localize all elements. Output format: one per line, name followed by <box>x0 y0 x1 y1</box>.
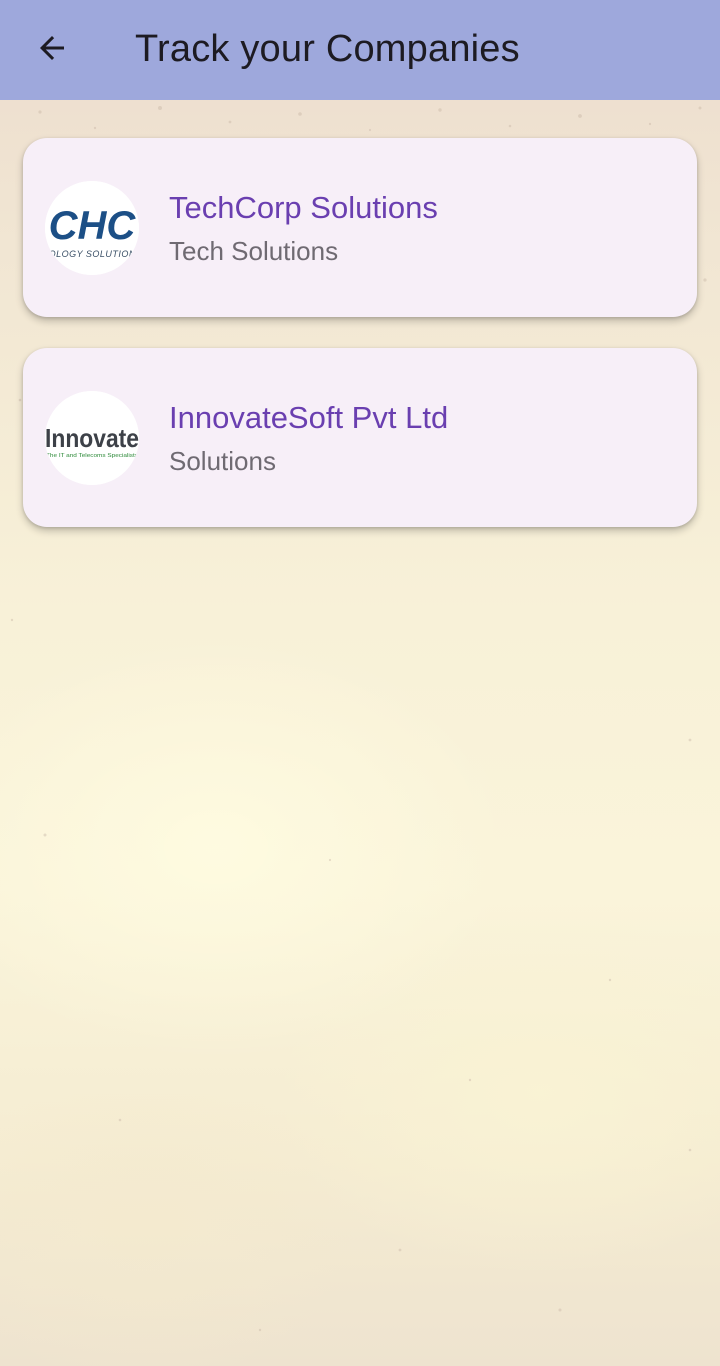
company-list: CHC NOLOGY SOLUTIONS TechCorp Solutions … <box>23 138 697 558</box>
page-title: Track your Companies <box>135 28 520 70</box>
innovate-logo-subtext: The IT and Telecoms Specialists <box>46 453 138 459</box>
techcorp-logo-subtext: NOLOGY SOLUTIONS <box>45 249 139 259</box>
company-card-techcorp[interactable]: CHC NOLOGY SOLUTIONS TechCorp Solutions … <box>23 138 697 317</box>
app-bar: Track your Companies <box>0 0 720 100</box>
company-name: TechCorp Solutions <box>169 190 438 225</box>
back-button[interactable] <box>28 26 76 74</box>
company-logo-techcorp: CHC NOLOGY SOLUTIONS <box>45 181 139 275</box>
company-name: InnovateSoft Pvt Ltd <box>169 400 449 435</box>
arrow-left-icon <box>34 30 70 71</box>
innovate-logo-text: Innovate <box>45 423 139 453</box>
company-category: Tech Solutions <box>169 236 339 266</box>
company-category: Solutions <box>169 446 276 476</box>
company-card-innovatesoft[interactable]: Innovate The IT and Telecoms Specialists… <box>23 348 697 527</box>
company-logo-innovatesoft: Innovate The IT and Telecoms Specialists <box>45 391 139 485</box>
techcorp-logo-text: CHC <box>49 204 137 248</box>
